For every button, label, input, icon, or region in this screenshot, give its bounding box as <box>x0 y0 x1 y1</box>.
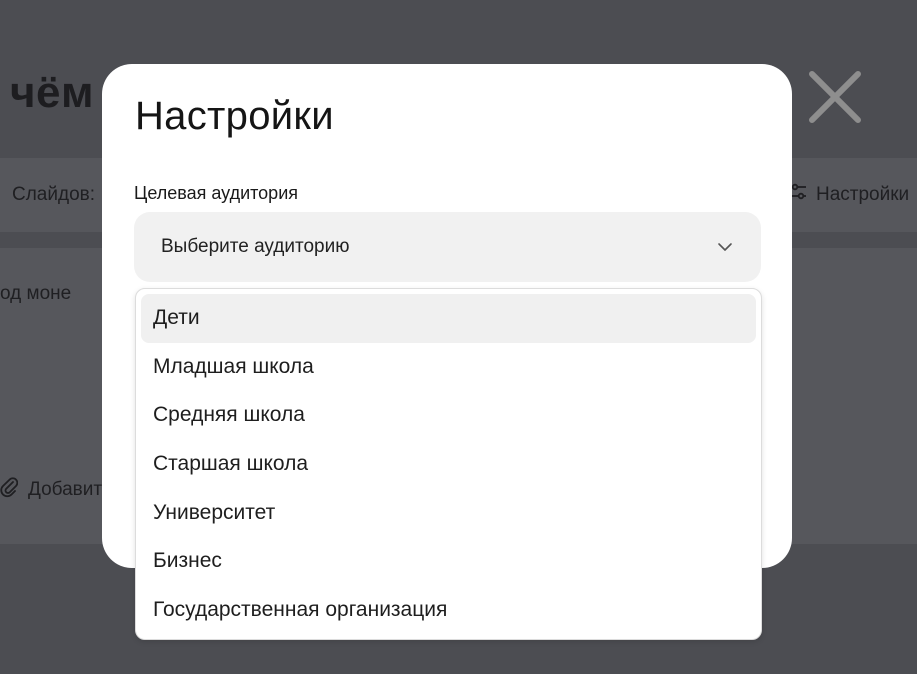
slides-count-label: Слайдов: <box>12 184 96 205</box>
option-children[interactable]: Дети <box>141 294 756 343</box>
settings-button-label: Настройки <box>816 184 910 205</box>
attach-button[interactable]: Добавить <box>0 476 112 504</box>
option-middle-school[interactable]: Средняя школа <box>141 391 756 440</box>
close-button[interactable] <box>808 70 862 124</box>
close-icon <box>809 71 861 123</box>
settings-button[interactable]: Настройки <box>788 182 909 208</box>
option-government[interactable]: Государственная организация <box>141 586 756 635</box>
audience-label: Целевая аудитория <box>134 183 298 203</box>
option-high-school[interactable]: Старшая школа <box>141 440 756 489</box>
option-university[interactable]: Университет <box>141 488 756 537</box>
option-primary-school[interactable]: Младшая школа <box>141 343 756 392</box>
topic-input-text: од моне <box>0 283 72 304</box>
paperclip-icon <box>0 476 19 504</box>
audience-dropdown: Дети Младшая школа Средняя школа Старшая… <box>135 288 762 640</box>
chevron-down-icon <box>718 243 732 251</box>
option-business[interactable]: Бизнес <box>141 537 756 586</box>
modal-title: Настройки <box>135 94 334 138</box>
audience-select[interactable]: Выберите аудиторию <box>134 212 761 282</box>
page-title: чём <box>10 68 95 117</box>
attach-button-label: Добавить <box>28 479 112 500</box>
audience-select-value: Выберите аудиторию <box>161 236 350 257</box>
